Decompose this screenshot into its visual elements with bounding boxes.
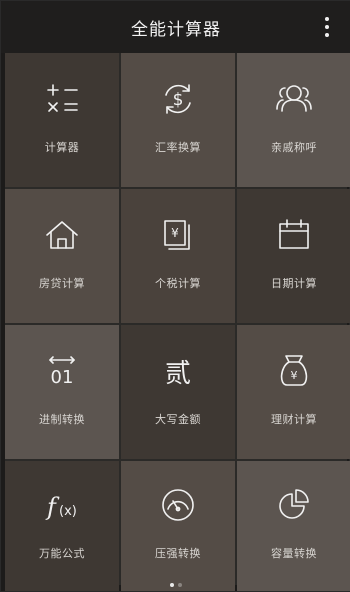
tile-relatives[interactable]: 亲戚称呼 [237, 53, 350, 187]
more-options-button[interactable] [321, 17, 333, 37]
tile-currency-exchange[interactable]: $ 汇率换算 [121, 53, 235, 187]
more-dot-icon [325, 33, 329, 37]
app-window: 全能计算器 计算器 $ 汇率换算 亲戚称呼 房贷计算 ¥ 个税计算 日期计算 0… [0, 0, 350, 592]
tile-base-conversion[interactable]: 01 进制转换 [5, 325, 119, 459]
calculator-icon [47, 84, 78, 112]
binary-icon: 01 [49, 356, 75, 388]
tile-label: 进制转换 [39, 413, 85, 426]
svg-text:¥: ¥ [171, 226, 179, 240]
tile-pressure-conversion[interactable]: 压强转换 [121, 461, 235, 591]
tile-universal-formula[interactable]: f (x) 万能公式 [5, 461, 119, 591]
tile-label: 日期计算 [271, 277, 317, 290]
calendar-icon [279, 219, 309, 249]
svg-text:贰: 贰 [165, 359, 191, 389]
tile-label: 万能公式 [39, 547, 85, 560]
svg-text:f: f [45, 493, 60, 521]
tile-label: 理财计算 [271, 413, 317, 426]
tile-label: 容量转换 [271, 547, 317, 560]
tile-capital-amount[interactable]: 贰 大写金额 [121, 325, 235, 459]
formula-icon: f (x) [45, 493, 77, 521]
page-indicator [1, 581, 350, 589]
tile-mortgage[interactable]: 房贷计算 [5, 189, 119, 323]
page-dot[interactable] [178, 583, 182, 587]
tile-label: 大写金额 [155, 413, 201, 426]
tile-label: 计算器 [44, 141, 80, 154]
svg-text:$: $ [173, 90, 184, 110]
tile-calculator[interactable]: 计算器 [5, 53, 119, 187]
money-bag-icon: ¥ [280, 355, 308, 386]
house-icon [46, 221, 78, 249]
gauge-icon [162, 489, 194, 521]
family-icon [276, 85, 312, 112]
page-dot-active[interactable] [170, 583, 174, 587]
tile-label: 汇率换算 [155, 141, 201, 154]
chinese-numeral-icon: 贰 [165, 359, 191, 389]
tile-date[interactable]: 日期计算 [237, 189, 350, 323]
tool-grid: 计算器 $ 汇率换算 亲戚称呼 房贷计算 ¥ 个税计算 日期计算 01 进制转换… [5, 53, 350, 591]
tile-label: 亲戚称呼 [271, 141, 317, 154]
tile-income-tax[interactable]: ¥ 个税计算 [121, 189, 235, 323]
svg-text:01: 01 [51, 367, 74, 388]
tile-finance[interactable]: ¥ 理财计算 [237, 325, 350, 459]
tile-label: 个税计算 [155, 277, 201, 290]
tile-label: 压强转换 [155, 547, 201, 560]
tile-label: 房贷计算 [39, 277, 85, 290]
tax-document-icon: ¥ [164, 220, 190, 250]
tile-volume-conversion[interactable]: 容量转换 [237, 461, 350, 591]
app-title: 全能计算器 [131, 19, 221, 40]
top-bar: 全能计算器 [1, 1, 350, 53]
more-dot-icon [325, 17, 329, 21]
currency-exchange-icon: $ [165, 84, 191, 114]
pie-chart-icon [279, 489, 309, 519]
svg-text:(x): (x) [59, 504, 77, 519]
svg-text:¥: ¥ [291, 369, 298, 382]
more-dot-icon [325, 25, 329, 29]
